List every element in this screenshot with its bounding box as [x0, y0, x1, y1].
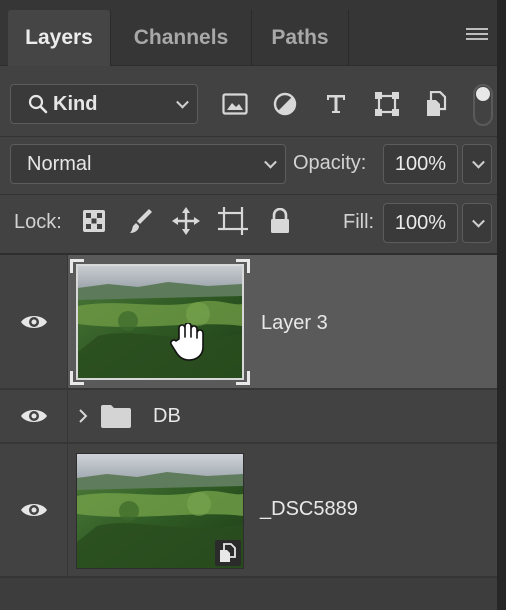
tab-divider — [348, 10, 349, 66]
fill-label: Fill: — [343, 211, 375, 233]
lock-artboard-icon[interactable] — [218, 206, 248, 236]
adjustment-filter-icon[interactable] — [269, 88, 301, 120]
type-filter-icon[interactable] — [320, 88, 352, 120]
blend-mode-value: Normal — [27, 152, 92, 175]
lock-label: Lock: — [14, 211, 62, 233]
fill-slider-button[interactable] — [462, 203, 492, 243]
fill-input[interactable]: 100% — [383, 203, 458, 243]
shape-filter-icon[interactable] — [371, 88, 403, 120]
eye-icon — [20, 410, 47, 422]
filter-toggle-switch[interactable] — [473, 84, 493, 126]
smart-object-badge — [215, 540, 241, 566]
layer-name[interactable]: _DSC5889 — [260, 498, 358, 521]
eye-icon — [20, 315, 47, 328]
layer-name[interactable]: DB — [153, 405, 181, 428]
lock-image-pixels-icon[interactable] — [125, 206, 155, 236]
opacity-input[interactable]: 100% — [383, 144, 458, 184]
visibility-toggle[interactable] — [0, 444, 68, 576]
chevron-right-icon[interactable] — [78, 408, 88, 424]
layer-name[interactable]: Layer 3 — [261, 312, 328, 335]
panel-footer — [0, 578, 497, 610]
image-filter-icon[interactable] — [219, 88, 251, 120]
tab-paths[interactable]: Paths — [252, 10, 348, 66]
transform-handle[interactable] — [70, 259, 84, 273]
toggle-knob — [476, 87, 490, 101]
hand-cursor-icon — [170, 323, 204, 361]
panel-edge — [497, 0, 506, 610]
tab-channels[interactable]: Channels — [111, 10, 251, 66]
chevron-down-icon — [176, 95, 189, 109]
filter-kind-label: Kind — [53, 92, 98, 115]
blend-mode-dropdown[interactable]: Normal — [10, 144, 286, 184]
smart-object-filter-icon[interactable] — [421, 88, 453, 120]
chevron-down-icon — [472, 214, 485, 228]
layer-thumbnail[interactable] — [76, 453, 244, 569]
visibility-toggle[interactable] — [0, 390, 68, 442]
opacity-slider-button[interactable] — [462, 144, 492, 184]
transform-handle[interactable] — [236, 259, 250, 273]
layer-group-row[interactable]: DB — [0, 390, 497, 442]
lock-position-icon[interactable] — [171, 206, 201, 236]
divider — [0, 194, 497, 195]
panel-tab-bar: Layers Channels Paths — [0, 0, 497, 66]
transform-handle[interactable] — [236, 371, 250, 385]
search-icon — [28, 94, 48, 114]
layers-panel: Layers Channels Paths Kind Normal Opacit… — [0, 0, 497, 610]
layer-row[interactable]: Layer 3 — [0, 255, 497, 388]
tab-layers[interactable]: Layers — [8, 10, 110, 66]
visibility-toggle[interactable] — [0, 255, 68, 388]
lock-transparent-pixels-icon[interactable] — [79, 206, 109, 236]
folder-icon — [101, 405, 131, 428]
layer-thumbnail[interactable] — [76, 264, 244, 380]
layer-row[interactable]: _DSC5889 — [0, 444, 497, 576]
smart-object-icon — [220, 543, 236, 562]
lock-all-icon[interactable] — [265, 206, 295, 236]
filter-kind-dropdown[interactable]: Kind — [10, 84, 198, 124]
chevron-down-icon — [472, 155, 485, 169]
opacity-label: Opacity: — [293, 152, 367, 174]
eye-icon — [20, 504, 47, 516]
transform-handle[interactable] — [70, 371, 84, 385]
divider — [0, 136, 497, 137]
panel-menu-icon[interactable] — [466, 28, 488, 44]
chevron-down-icon — [264, 155, 277, 169]
